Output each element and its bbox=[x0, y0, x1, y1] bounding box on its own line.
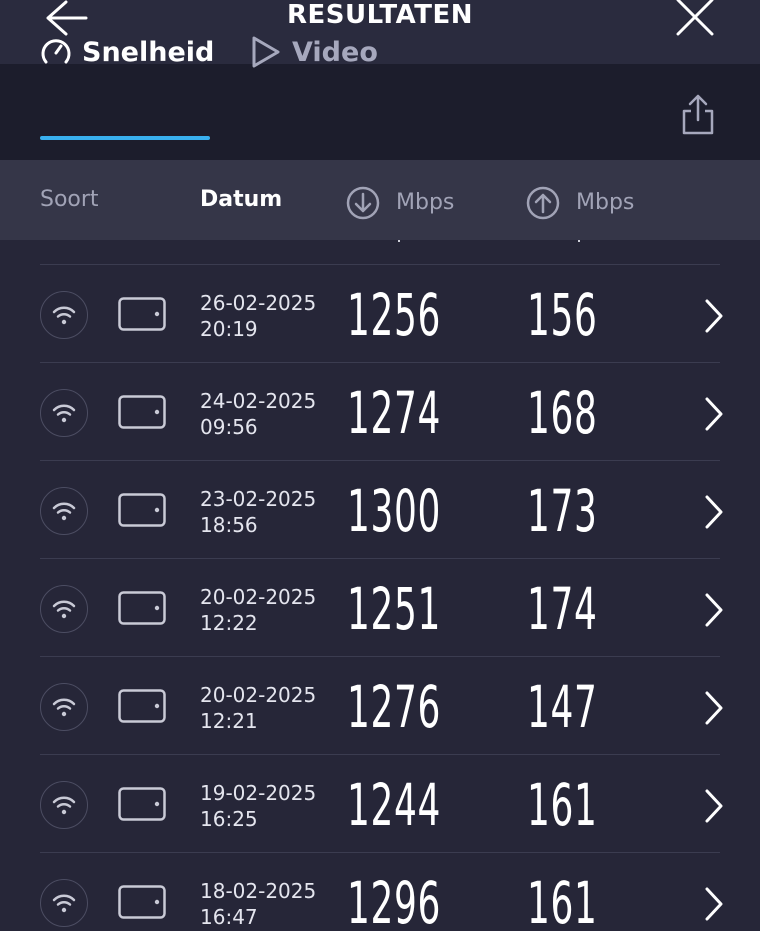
column-upload-label: Mbps bbox=[576, 190, 635, 215]
play-icon bbox=[252, 36, 280, 68]
chevron-right-icon[interactable] bbox=[703, 787, 725, 825]
download-value: 1274 bbox=[347, 379, 441, 447]
upload-value: 147 bbox=[527, 673, 598, 741]
download-value: 1251 bbox=[347, 575, 441, 643]
result-date: 20-02-2025 bbox=[200, 683, 317, 707]
upload-value: 161 bbox=[527, 771, 598, 839]
column-download[interactable]: Mbps bbox=[346, 186, 454, 220]
speedometer-icon bbox=[41, 39, 71, 64]
tab-bar bbox=[0, 64, 760, 160]
chevron-right-icon[interactable] bbox=[703, 591, 725, 629]
result-time: 20:19 bbox=[200, 317, 258, 341]
tablet-icon bbox=[118, 297, 166, 331]
download-value: 1256 bbox=[347, 281, 441, 349]
tab-speed[interactable]: Snelheid bbox=[40, 30, 214, 74]
result-time: 16:47 bbox=[200, 905, 258, 929]
column-header: Soort Datum Mbps Mbps bbox=[0, 160, 760, 240]
wifi-icon bbox=[40, 585, 88, 633]
download-value: 1244 bbox=[347, 771, 441, 839]
result-time: 12:21 bbox=[200, 709, 258, 733]
partial-row bbox=[0, 240, 760, 264]
wifi-icon bbox=[40, 291, 88, 339]
download-arrow-icon bbox=[346, 186, 380, 220]
wifi-icon bbox=[40, 879, 88, 927]
download-value: 1296 bbox=[347, 869, 441, 931]
column-date[interactable]: Datum bbox=[200, 186, 282, 214]
upload-arrow-icon bbox=[526, 186, 560, 220]
download-value: 1300 bbox=[347, 477, 441, 545]
wifi-icon bbox=[40, 487, 88, 535]
upload-value: 173 bbox=[527, 477, 598, 545]
chevron-right-icon[interactable] bbox=[703, 885, 725, 923]
upload-value: 168 bbox=[527, 379, 598, 447]
result-date: 20-02-2025 bbox=[200, 585, 317, 609]
tablet-icon bbox=[118, 591, 166, 625]
tab-video[interactable]: Video bbox=[250, 30, 378, 74]
result-row[interactable]: 23-02-2025 18:56 1300 173 bbox=[0, 461, 760, 559]
result-time: 16:25 bbox=[200, 807, 258, 831]
active-tab-indicator bbox=[40, 136, 210, 140]
upload-value: 161 bbox=[527, 869, 598, 931]
download-value: 1276 bbox=[347, 673, 441, 741]
tab-video-label: Video bbox=[292, 36, 378, 68]
chevron-right-icon[interactable] bbox=[703, 297, 725, 335]
result-row[interactable]: 20-02-2025 12:21 1276 147 bbox=[0, 657, 760, 755]
partial-digit bbox=[398, 240, 400, 242]
result-time: 12:22 bbox=[200, 611, 258, 635]
page-title: RESULTATEN bbox=[287, 0, 473, 30]
upload-value: 174 bbox=[527, 575, 598, 643]
result-date: 19-02-2025 bbox=[200, 781, 317, 805]
wifi-icon bbox=[40, 683, 88, 731]
result-time: 09:56 bbox=[200, 415, 258, 439]
wifi-icon bbox=[40, 781, 88, 829]
share-icon[interactable] bbox=[680, 94, 716, 136]
column-sort[interactable]: Soort bbox=[40, 186, 99, 214]
result-time: 18:56 bbox=[200, 513, 258, 537]
column-upload[interactable]: Mbps bbox=[526, 186, 634, 220]
close-icon[interactable] bbox=[674, 0, 716, 38]
result-row[interactable]: 24-02-2025 09:56 1274 168 bbox=[0, 363, 760, 461]
partial-digit bbox=[578, 240, 580, 242]
result-row[interactable]: 26-02-2025 20:19 1256 156 bbox=[0, 265, 760, 363]
result-date: 26-02-2025 bbox=[200, 291, 317, 315]
result-date: 23-02-2025 bbox=[200, 487, 317, 511]
chevron-right-icon[interactable] bbox=[703, 689, 725, 727]
tablet-icon bbox=[118, 885, 166, 919]
tablet-icon bbox=[118, 787, 166, 821]
result-row[interactable]: 20-02-2025 12:22 1251 174 bbox=[0, 559, 760, 657]
tab-speed-label: Snelheid bbox=[82, 36, 215, 68]
wifi-icon bbox=[40, 389, 88, 437]
chevron-right-icon[interactable] bbox=[703, 395, 725, 433]
column-download-label: Mbps bbox=[396, 190, 455, 215]
result-date: 18-02-2025 bbox=[200, 879, 317, 903]
result-date: 24-02-2025 bbox=[200, 389, 317, 413]
tablet-icon bbox=[118, 493, 166, 527]
result-row[interactable]: 18-02-2025 16:47 1296 161 bbox=[0, 853, 760, 931]
tablet-icon bbox=[118, 689, 166, 723]
results-list[interactable]: 26-02-2025 20:19 1256 156 24-02-2025 09:… bbox=[0, 240, 760, 931]
tablet-icon bbox=[118, 395, 166, 429]
result-row[interactable]: 19-02-2025 16:25 1244 161 bbox=[0, 755, 760, 853]
upload-value: 156 bbox=[527, 281, 598, 349]
chevron-right-icon[interactable] bbox=[703, 493, 725, 531]
